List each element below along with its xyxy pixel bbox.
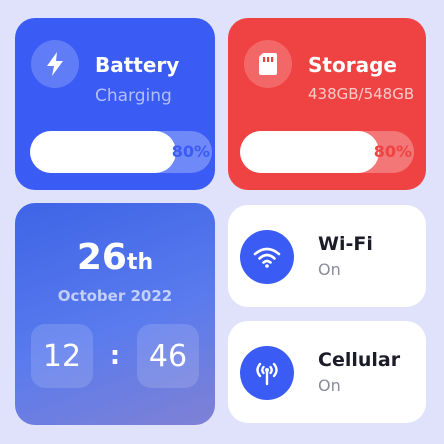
date-day: 26th bbox=[15, 237, 215, 278]
storage-title: Storage bbox=[308, 53, 397, 77]
battery-card[interactable]: Battery Charging 80% bbox=[15, 18, 215, 190]
battery-level-bar: 80% bbox=[30, 131, 212, 173]
day-suffix: th bbox=[126, 250, 154, 275]
storage-usage: 438GB/548GB bbox=[308, 85, 415, 103]
wifi-status: On bbox=[318, 260, 341, 279]
wifi-toggle-card[interactable]: Wi-Fi On bbox=[228, 205, 426, 307]
sd-card-icon bbox=[244, 40, 292, 88]
wifi-title: Wi-Fi bbox=[318, 233, 373, 255]
battery-title: Battery bbox=[95, 53, 180, 77]
day-number: 26 bbox=[76, 237, 127, 278]
cellular-title: Cellular bbox=[318, 349, 401, 371]
time-separator: : bbox=[109, 341, 121, 371]
storage-percent: 80% bbox=[373, 142, 412, 161]
battery-percent: 80% bbox=[171, 142, 210, 161]
cellular-toggle-card[interactable]: Cellular On bbox=[228, 321, 426, 423]
battery-level-fill bbox=[30, 131, 176, 173]
battery-status: Charging bbox=[95, 86, 172, 106]
storage-level-fill bbox=[240, 131, 380, 173]
cellular-antenna-icon bbox=[240, 346, 294, 400]
month-year: October 2022 bbox=[57, 287, 173, 305]
minute-box: 46 bbox=[137, 324, 199, 388]
storage-card[interactable]: Storage 438GB/548GB 80% bbox=[228, 18, 426, 190]
lightning-icon bbox=[31, 40, 79, 88]
date-time-card: 26th October 2022 12 : 46 bbox=[15, 203, 215, 425]
storage-level-bar: 80% bbox=[240, 131, 414, 173]
cellular-status: On bbox=[318, 376, 341, 395]
wifi-icon bbox=[240, 230, 294, 284]
hour-box: 12 bbox=[31, 324, 93, 388]
